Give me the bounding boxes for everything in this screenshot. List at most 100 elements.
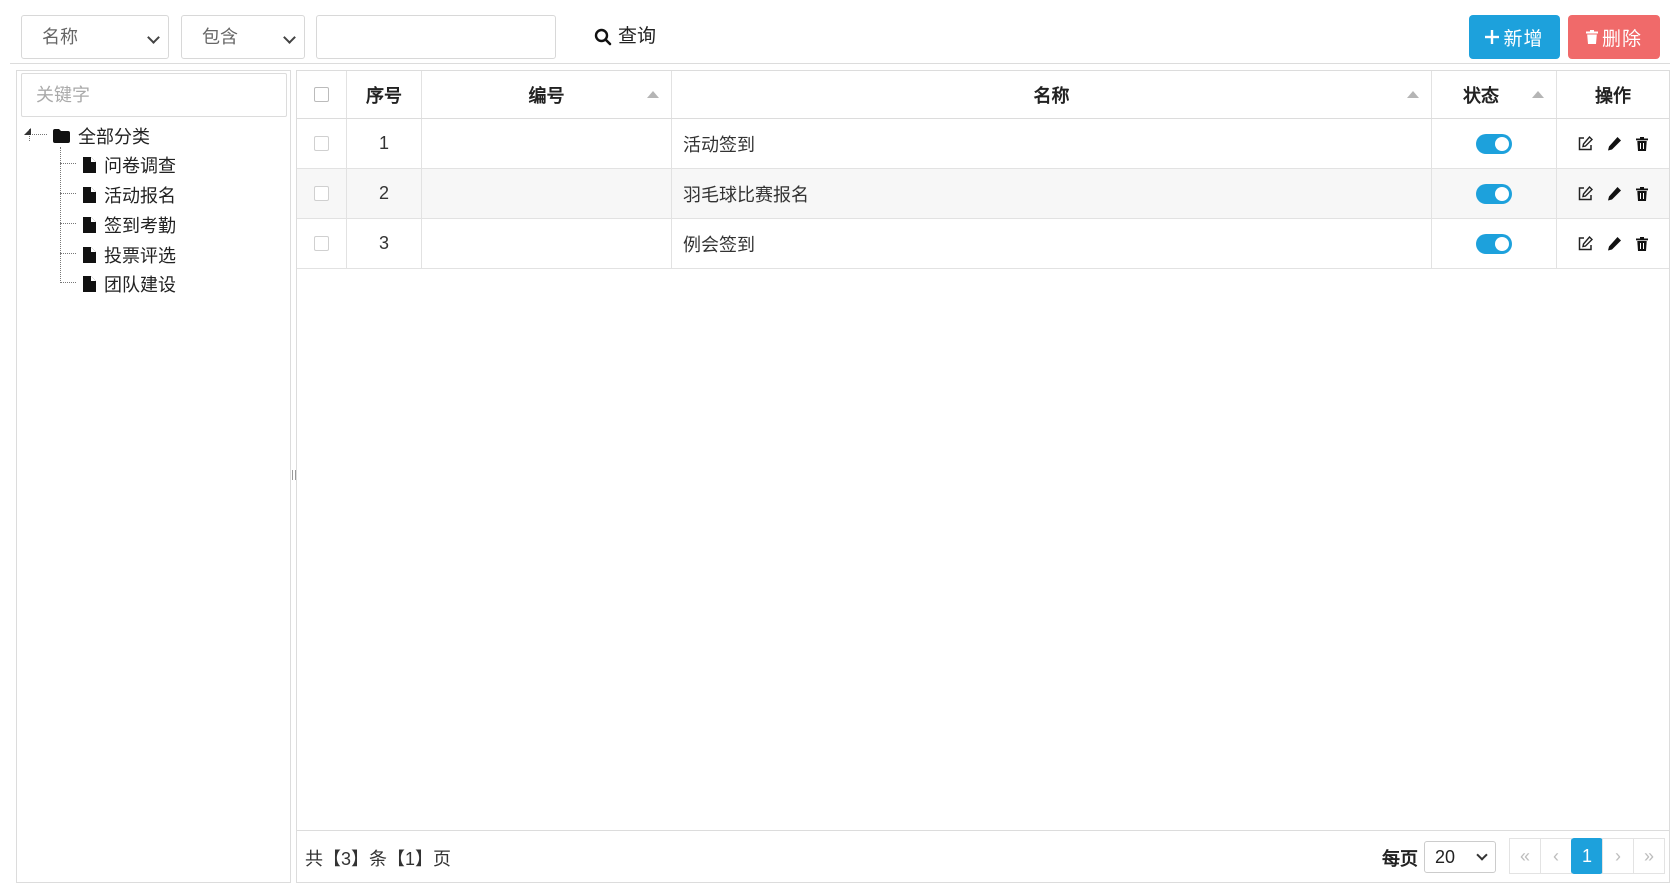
table-row[interactable]: 2 羽毛球比赛报名: [297, 169, 1669, 219]
delete-label: 删除: [1601, 28, 1642, 50]
data-grid: 序号 编号 名称 状态 操作 1 活动签到 2 羽毛球比赛报名 3 例会签到 共…: [296, 70, 1670, 883]
query-button[interactable]: 查询: [594, 20, 656, 54]
file-icon: [83, 276, 96, 292]
chevron-down-icon: [283, 31, 296, 44]
row-code: [422, 169, 672, 218]
column-header-label: 操作: [1595, 85, 1631, 106]
row-actions: [1557, 119, 1669, 168]
chevron-down-icon: [147, 31, 160, 44]
table-row[interactable]: 1 活动签到: [297, 119, 1669, 169]
row-name: 例会签到: [672, 219, 1432, 268]
tree-connector: [60, 193, 76, 194]
row-status-cell: [1432, 219, 1557, 268]
row-name: 羽毛球比赛报名: [672, 169, 1432, 218]
delete-button[interactable]: 删除: [1568, 15, 1660, 59]
pencil-icon[interactable]: [1607, 236, 1622, 251]
row-actions: [1557, 219, 1669, 268]
row-select-cell: [297, 219, 347, 268]
tree-connector: [60, 282, 76, 283]
tree-node-root[interactable]: 全部分类: [53, 121, 150, 151]
tree-node-label: 签到考勤: [104, 216, 176, 236]
field-select[interactable]: 名称: [21, 15, 169, 59]
edit-icon[interactable]: [1578, 186, 1593, 201]
chevron-down-icon: [1476, 849, 1488, 861]
pencil-icon[interactable]: [1607, 186, 1622, 201]
next-page-button[interactable]: ›: [1602, 838, 1634, 874]
page-button-current[interactable]: 1: [1571, 838, 1603, 874]
row-actions: [1557, 169, 1669, 218]
pagination: « ‹ 1 › »: [1509, 838, 1665, 874]
file-icon: [83, 187, 96, 203]
row-select-cell: [297, 119, 347, 168]
row-status-cell: [1432, 169, 1557, 218]
query-label: 查询: [618, 26, 657, 47]
status-toggle[interactable]: [1476, 133, 1512, 154]
trash-icon[interactable]: [1636, 236, 1648, 251]
tree-node-label: 全部分类: [78, 127, 150, 147]
tree-node-label: 问卷调查: [104, 156, 176, 176]
row-checkbox[interactable]: [314, 186, 329, 201]
row-checkbox[interactable]: [314, 236, 329, 251]
sort-asc-icon[interactable]: [1407, 91, 1419, 98]
tree-node-child[interactable]: 签到考勤: [83, 210, 176, 240]
tree-node-child[interactable]: 问卷调查: [83, 150, 176, 180]
first-page-button[interactable]: «: [1509, 838, 1541, 874]
tree-connector: [60, 253, 76, 254]
column-header-name[interactable]: 名称: [672, 71, 1432, 118]
status-toggle[interactable]: [1476, 233, 1512, 254]
last-page-button[interactable]: »: [1633, 838, 1665, 874]
column-header-label: 状态: [1463, 85, 1499, 106]
toolbar-divider: [10, 63, 1670, 64]
column-header-label: 编号: [528, 85, 565, 106]
tree-search-placeholder: 关键字: [36, 85, 90, 105]
tree-node-child[interactable]: 团队建设: [83, 269, 176, 299]
add-button[interactable]: 新增: [1469, 15, 1560, 59]
tree-collapse-icon[interactable]: [23, 127, 32, 136]
edit-icon[interactable]: [1578, 236, 1593, 251]
operator-select-value: 包含: [202, 27, 238, 47]
prev-page-button[interactable]: ‹: [1540, 838, 1572, 874]
tree-node-label: 投票评选: [104, 246, 176, 266]
grid-header: 序号 编号 名称 状态 操作: [297, 71, 1669, 119]
per-page-label: 每页: [1382, 849, 1418, 869]
trash-icon[interactable]: [1636, 186, 1648, 201]
sort-asc-icon[interactable]: [1532, 91, 1544, 98]
trash-icon[interactable]: [1636, 136, 1648, 151]
trash-icon: [1585, 30, 1598, 44]
search-icon: [594, 28, 612, 46]
tree-node-label: 活动报名: [104, 186, 176, 206]
tree-node-child[interactable]: 活动报名: [83, 180, 176, 210]
field-select-value: 名称: [42, 27, 78, 47]
per-page-value: 20: [1435, 847, 1456, 867]
row-code: [422, 219, 672, 268]
row-index: 1: [347, 119, 422, 168]
search-input[interactable]: [316, 15, 556, 59]
file-icon: [83, 247, 96, 263]
row-code: [422, 119, 672, 168]
column-header-code[interactable]: 编号: [422, 71, 672, 118]
row-index: 2: [347, 169, 422, 218]
sort-asc-icon[interactable]: [647, 91, 659, 98]
row-checkbox[interactable]: [314, 136, 329, 151]
file-icon: [83, 157, 96, 173]
column-header-index: 序号: [347, 71, 422, 118]
tree-search-input[interactable]: 关键字: [21, 73, 287, 117]
folder-icon: [53, 129, 70, 143]
tree-node-label: 团队建设: [104, 275, 176, 295]
grid-footer: 共【3】条【1】页 每页 20 « ‹ 1 › »: [297, 830, 1669, 882]
file-icon: [83, 217, 96, 233]
column-header-status[interactable]: 状态: [1432, 71, 1557, 118]
edit-icon[interactable]: [1578, 136, 1593, 151]
status-toggle[interactable]: [1476, 183, 1512, 204]
table-row[interactable]: 3 例会签到: [297, 219, 1669, 269]
select-all-checkbox[interactable]: [314, 87, 329, 102]
per-page-select[interactable]: 20: [1424, 841, 1496, 873]
operator-select[interactable]: 包含: [181, 15, 305, 59]
tree-connector: [60, 223, 76, 224]
tree-connector: [60, 147, 61, 281]
pencil-icon[interactable]: [1607, 136, 1622, 151]
toolbar: 名称 包含 查询 新增 删除: [0, 0, 1679, 66]
category-tree-panel: 关键字 全部分类 问卷调查 活动报名 签到考勤 投票评选 团队建设: [16, 70, 291, 883]
tree-node-child[interactable]: 投票评选: [83, 240, 176, 270]
column-header-label: 序号: [366, 85, 402, 106]
